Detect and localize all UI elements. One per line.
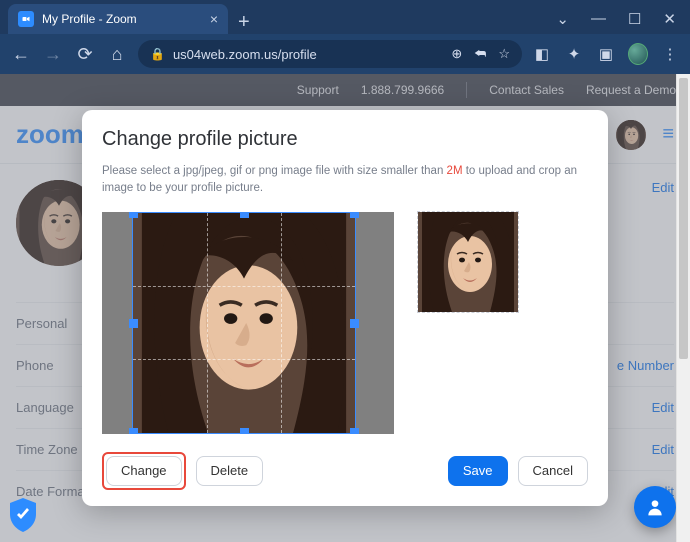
crop-handle[interactable] — [350, 319, 359, 328]
cast-icon[interactable]: ◧ — [532, 45, 552, 63]
lock-icon: 🔒 — [150, 47, 165, 61]
change-button-highlight: Change — [102, 452, 186, 490]
crop-handle[interactable] — [350, 428, 359, 434]
save-button[interactable]: Save — [448, 456, 508, 486]
crop-handle[interactable] — [240, 428, 249, 434]
star-icon[interactable]: ☆ — [498, 46, 510, 62]
new-tab-button[interactable]: + — [228, 11, 260, 34]
crop-handle[interactable] — [240, 212, 249, 218]
scrollbar[interactable] — [676, 74, 690, 542]
crop-canvas[interactable] — [102, 212, 394, 434]
back-button[interactable]: ← — [10, 44, 32, 65]
reload-button[interactable]: ⟳ — [74, 44, 96, 65]
kebab-menu-icon[interactable]: ⋮ — [660, 45, 680, 63]
crop-handle[interactable] — [350, 212, 359, 218]
tab-close-icon[interactable]: × — [210, 12, 218, 26]
change-button[interactable]: Change — [106, 456, 182, 486]
cancel-button[interactable]: Cancel — [518, 456, 588, 486]
window-maximize-icon[interactable]: ☐ — [628, 10, 641, 28]
zoom-favicon — [18, 11, 34, 27]
crop-preview — [418, 212, 518, 312]
share-icon[interactable]: ⮪ — [474, 46, 486, 62]
modal-title: Change profile picture — [102, 128, 588, 151]
profile-avatar-icon[interactable] — [628, 43, 648, 65]
crop-handle[interactable] — [129, 212, 138, 218]
window-close-icon[interactable]: ✕ — [663, 10, 676, 28]
browser-tab[interactable]: My Profile - Zoom × — [8, 4, 228, 34]
crop-grid — [133, 213, 355, 433]
tab-title: My Profile - Zoom — [42, 12, 202, 26]
modal-overlay: Change profile picture Please select a j… — [0, 74, 690, 542]
security-shield-icon[interactable] — [6, 496, 40, 534]
address-bar[interactable]: 🔒 us04web.zoom.us/profile ⊕ ⮪ ☆ — [138, 40, 522, 68]
zoom-indicator-icon[interactable]: ⊕ — [451, 46, 462, 62]
crop-handle[interactable] — [129, 319, 138, 328]
url-text: us04web.zoom.us/profile — [173, 47, 317, 62]
crop-selection[interactable] — [132, 212, 356, 434]
change-picture-modal: Change profile picture Please select a j… — [82, 110, 608, 506]
help-fab[interactable] — [634, 486, 676, 528]
chevron-down-icon[interactable]: ⌄ — [556, 10, 569, 28]
scrollbar-thumb[interactable] — [679, 78, 688, 359]
modal-description: Please select a jpg/jpeg, gif or png ima… — [102, 163, 588, 198]
extensions-icon[interactable]: ✦ — [564, 45, 584, 63]
delete-button[interactable]: Delete — [196, 456, 264, 486]
home-button[interactable]: ⌂ — [106, 44, 128, 65]
reader-icon[interactable]: ▣ — [596, 45, 616, 63]
crop-handle[interactable] — [129, 428, 138, 434]
window-minimize-icon[interactable]: — — [591, 10, 606, 28]
forward-button[interactable]: → — [42, 44, 64, 65]
